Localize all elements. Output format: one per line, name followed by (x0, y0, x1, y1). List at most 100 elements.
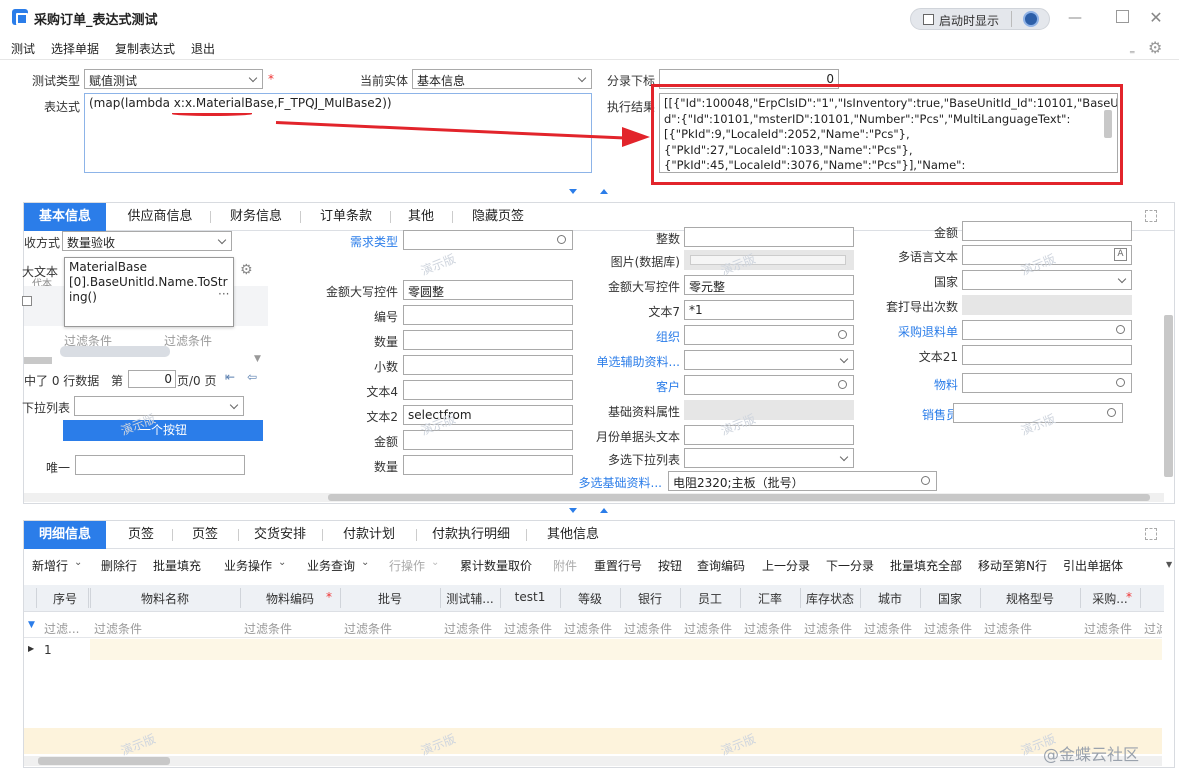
field-label[interactable]: 客户 (580, 378, 680, 395)
toolbar-button-7[interactable]: 累计数量取价 (460, 557, 532, 574)
tab-finance-info[interactable]: 财务信息 (218, 203, 294, 231)
collapse-up-icon[interactable] (600, 508, 608, 513)
startup-checkbox[interactable] (923, 14, 934, 25)
field-input[interactable] (962, 345, 1132, 365)
collapse-up-icon[interactable] (600, 189, 608, 194)
tab-payment-plan[interactable]: 付款计划 (328, 521, 410, 549)
mini-grid-hscroll[interactable] (60, 346, 170, 357)
filter-cell[interactable]: 过滤条件 (924, 620, 978, 637)
field-input[interactable] (684, 325, 854, 345)
mini-grid-scroll-down-icon[interactable]: ▼ (254, 354, 261, 364)
startup-toggle[interactable]: 启动时显示 (910, 8, 1050, 30)
field-input[interactable] (403, 380, 573, 400)
filter-cell[interactable]: 过滤条件 (744, 620, 798, 637)
field-input[interactable] (962, 270, 1132, 290)
field-label[interactable]: 组织 (580, 328, 680, 345)
field-label[interactable]: 单选辅助资料... (580, 353, 680, 370)
filter-cell[interactable]: 过滤... (44, 620, 88, 637)
filter-cell[interactable]: 过滤条件 (1084, 620, 1138, 637)
field-input[interactable] (403, 355, 573, 375)
field-input[interactable] (684, 227, 854, 247)
field-input[interactable] (962, 373, 1132, 393)
multi-base-label[interactable]: 多选基础资料... (560, 474, 662, 491)
settings-gear-icon[interactable]: ⚙ (1148, 38, 1162, 57)
filter-cell[interactable]: 过滤 (1144, 620, 1162, 637)
test-type-select[interactable]: 赋值测试 (84, 69, 263, 89)
field-label[interactable]: 销售员 (880, 406, 958, 423)
filter-cell[interactable]: 过滤条件 (94, 620, 238, 637)
mini-grid-filter-2[interactable]: 过滤条件 (164, 332, 212, 349)
tab-other-info[interactable]: 其他信息 (534, 521, 612, 549)
current-entity-select[interactable]: 基本信息 (412, 69, 592, 89)
toolbar-button-15[interactable]: 移动至第N行 (978, 557, 1047, 574)
column-header[interactable]: test1 (500, 590, 560, 604)
tab-order-terms[interactable]: 订单条款 (308, 203, 384, 231)
toolbar-button-8[interactable]: 附件 (553, 557, 577, 574)
tab-detail-info[interactable]: 明细信息 (24, 521, 106, 549)
menu-copy-expression[interactable]: 复制表达式 (115, 40, 175, 57)
toolbar-button-16[interactable]: 引出单据体 (1063, 557, 1123, 574)
toolbar-button-1[interactable]: 新增行 (32, 557, 68, 574)
field-input[interactable] (684, 425, 854, 445)
column-header[interactable]: 银行 (620, 590, 680, 607)
column-header[interactable]: 员工 (680, 590, 740, 607)
tab-payment-exec[interactable]: 付款执行明细 (422, 521, 520, 549)
expand-icon[interactable] (1145, 528, 1157, 540)
field-input[interactable] (684, 448, 854, 468)
collapse-down-icon[interactable] (569, 189, 577, 194)
receive-method-select[interactable]: 数量验收 (62, 231, 232, 251)
expand-icon[interactable] (1145, 210, 1157, 222)
grid-hscroll-thumb[interactable] (38, 757, 170, 765)
maximize-icon[interactable] (1116, 10, 1129, 23)
filter-cell[interactable]: 过滤条件 (684, 620, 738, 637)
large-text-gear-icon[interactable]: ⚙ (240, 262, 253, 278)
chevron-down-icon[interactable]: ⌄ (74, 557, 82, 568)
field-label[interactable]: 需求类型 (300, 233, 398, 250)
unique-input[interactable] (75, 455, 245, 475)
field-input[interactable] (684, 350, 854, 370)
field-input[interactable] (403, 455, 573, 475)
close-icon[interactable]: ✕ (1146, 8, 1166, 28)
column-header[interactable]: 等级 (560, 590, 620, 607)
panel1-vscroll[interactable] (1164, 315, 1173, 477)
mini-grid-scrollbar[interactable] (24, 357, 52, 364)
field-input[interactable] (962, 221, 1132, 241)
dropdown-select[interactable] (74, 396, 244, 416)
filter-cell[interactable]: 过滤条件 (244, 620, 338, 637)
filter-cell[interactable]: 过滤条件 (504, 620, 558, 637)
menu-collapse-icon[interactable]: ‗ (1130, 44, 1135, 54)
tab-page-1[interactable]: 页签 (114, 521, 168, 549)
prev-page-icon[interactable]: ⇦ (247, 370, 257, 384)
toolbar-button-4[interactable]: 业务操作 (224, 557, 272, 574)
column-header[interactable]: 规格型号 (980, 590, 1080, 607)
panel1-hscroll-thumb[interactable] (328, 494, 1150, 501)
minimize-icon[interactable]: — (1065, 8, 1085, 28)
filter-cell[interactable]: 过滤条件 (624, 620, 678, 637)
column-header[interactable]: 测试辅... (440, 590, 500, 607)
field-label[interactable]: 采购退料单 (880, 323, 958, 340)
column-header[interactable]: 序号 (40, 590, 90, 607)
chevron-down-icon[interactable]: ⌄ (431, 557, 439, 568)
globe-icon[interactable] (1023, 11, 1039, 27)
column-header[interactable]: 汇率 (740, 590, 800, 607)
popup-more-icon[interactable]: ··· (218, 287, 229, 301)
column-header[interactable]: 物料名称 (90, 590, 240, 607)
field-input[interactable]: 零元整 (684, 275, 854, 295)
a-button[interactable]: 一个按钮 (63, 420, 263, 441)
tab-other[interactable]: 其他 (396, 203, 446, 231)
tab-page-2[interactable]: 页签 (178, 521, 232, 549)
field-label[interactable]: 物料 (880, 376, 958, 393)
filter-cell[interactable]: 过滤条件 (984, 620, 1078, 637)
toolbar-more-icon[interactable]: ▼ (1166, 560, 1172, 569)
toolbar-button-6[interactable]: 行操作 (389, 557, 425, 574)
multi-base-input[interactable]: 电阻2320;主板（批号） (668, 471, 937, 491)
tab-hidden-page[interactable]: 隐藏页签 (460, 203, 536, 231)
field-input[interactable] (403, 305, 573, 325)
chevron-down-icon[interactable]: ⌄ (278, 557, 286, 568)
mini-grid-checkbox[interactable] (22, 296, 32, 306)
menu-test[interactable]: 测试 (11, 40, 35, 57)
toolbar-button-2[interactable]: 删除行 (101, 557, 137, 574)
field-input[interactable] (403, 230, 573, 250)
filter-funnel-icon[interactable]: ▼ (28, 620, 35, 630)
filter-cell[interactable]: 过滤条件 (344, 620, 438, 637)
